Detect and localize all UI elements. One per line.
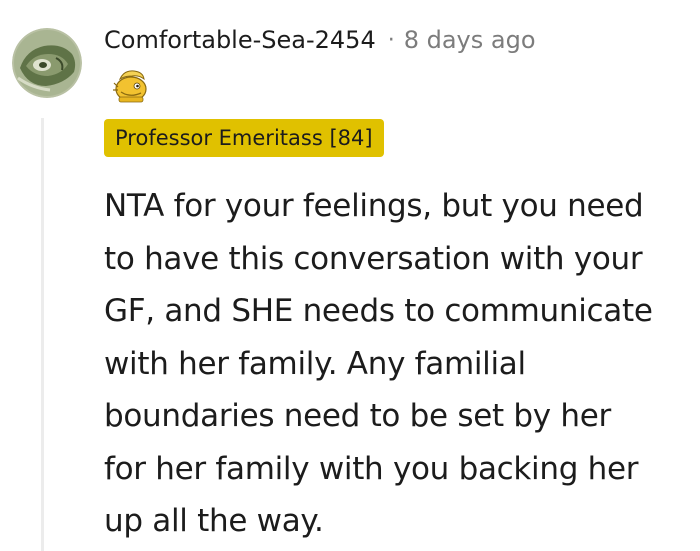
comment-body-line: GF, and SHE needs to communicate	[104, 293, 653, 329]
comment-body-line: with her family. Any familial	[104, 345, 526, 382]
comment-body-line: for her family with you backing her	[104, 450, 639, 487]
username-link[interactable]: Comfortable-Sea-2454	[104, 26, 376, 54]
meta-separator: ·	[387, 27, 395, 53]
comment: Comfortable-Sea-2454 · 8 days ago Profes…	[0, 0, 700, 551]
award-icon[interactable]	[110, 67, 152, 105]
comment-body-line: up all the way.	[104, 503, 324, 539]
comment-body-line: to have this conversation with your	[104, 240, 643, 277]
user-flair: Professor Emeritass [84]	[104, 119, 384, 157]
comment-meta: Comfortable-Sea-2454 · 8 days ago	[104, 22, 536, 58]
comment-body: NTA for your feelings, but you need to h…	[104, 180, 694, 548]
comment-body-line: boundaries need to be set by her	[104, 398, 611, 434]
comment-body-line: NTA for your feelings, but you need	[104, 188, 644, 224]
timestamp[interactable]: 8 days ago	[404, 26, 536, 54]
thread-collapse-line[interactable]	[41, 118, 44, 551]
user-avatar[interactable]	[12, 28, 82, 98]
